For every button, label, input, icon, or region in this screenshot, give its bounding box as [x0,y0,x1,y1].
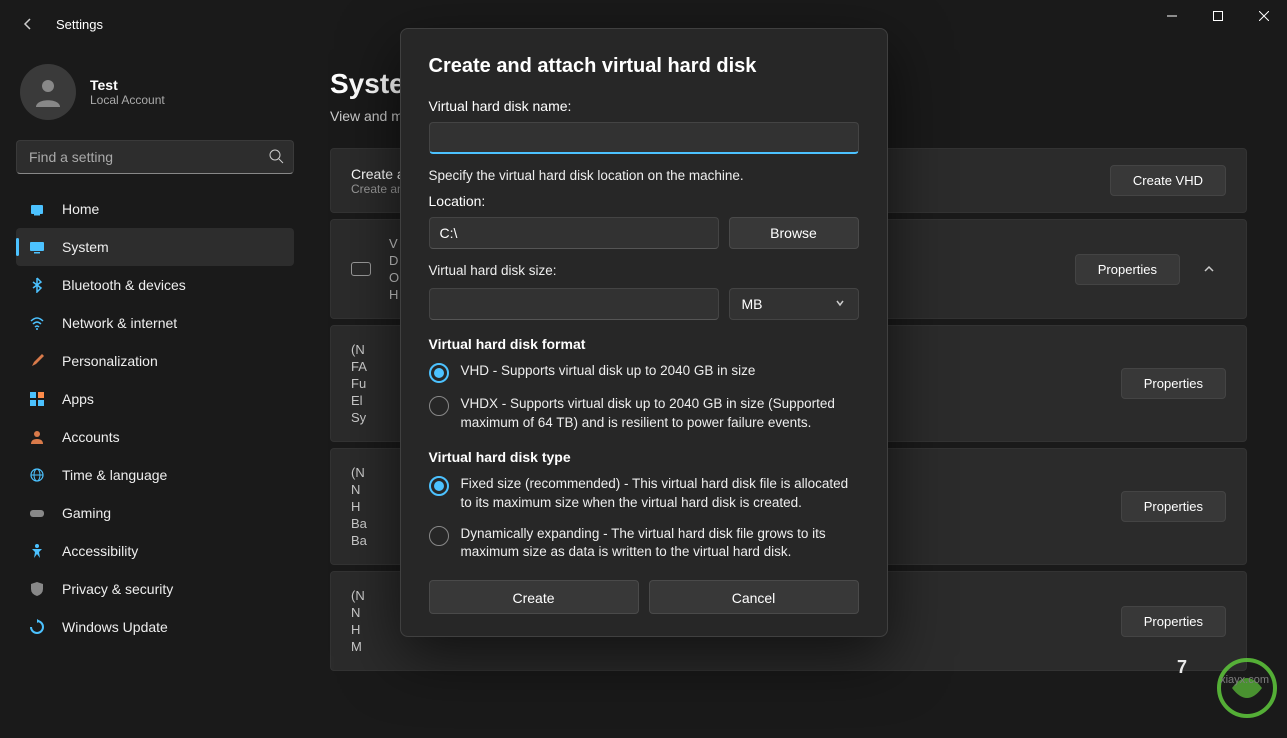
location-input[interactable] [429,217,719,249]
svg-text:7: 7 [1177,657,1187,677]
create-button[interactable]: Create [429,580,639,614]
radio-label: VHDX - Supports virtual disk up to 2040 … [461,395,859,433]
radio-label: Dynamically expanding - The virtual hard… [461,525,859,563]
cancel-button[interactable]: Cancel [649,580,859,614]
size-unit-select[interactable]: MB [729,288,859,320]
radio-icon [429,476,449,496]
format-heading: Virtual hard disk format [429,336,859,352]
radio-label: Fixed size (recommended) - This virtual … [461,475,859,513]
type-option[interactable]: Fixed size (recommended) - This virtual … [429,475,859,513]
radio-icon [429,396,449,416]
size-input[interactable] [429,288,719,320]
vhd-name-input[interactable] [429,122,859,154]
radio-icon [429,526,449,546]
dialog-overlay: Create and attach virtual hard disk Virt… [0,0,1287,738]
watermark: 7 xiayx.com [1137,653,1277,728]
create-vhd-dialog: Create and attach virtual hard disk Virt… [400,28,888,637]
location-description: Specify the virtual hard disk location o… [429,168,859,183]
chevron-down-icon [834,296,846,312]
location-label: Location: [429,193,859,209]
vhd-name-label: Virtual hard disk name: [429,98,859,114]
radio-label: VHD - Supports virtual disk up to 2040 G… [461,362,756,381]
radio-icon [429,363,449,383]
format-option[interactable]: VHDX - Supports virtual disk up to 2040 … [429,395,859,433]
size-label: Virtual hard disk size: [429,263,859,278]
svg-text:xiayx.com: xiayx.com [1220,674,1269,686]
dialog-title: Create and attach virtual hard disk [429,55,859,78]
type-option[interactable]: Dynamically expanding - The virtual hard… [429,525,859,563]
size-unit-value: MB [742,296,763,312]
browse-button[interactable]: Browse [729,217,859,249]
type-heading: Virtual hard disk type [429,449,859,465]
format-option[interactable]: VHD - Supports virtual disk up to 2040 G… [429,362,859,383]
